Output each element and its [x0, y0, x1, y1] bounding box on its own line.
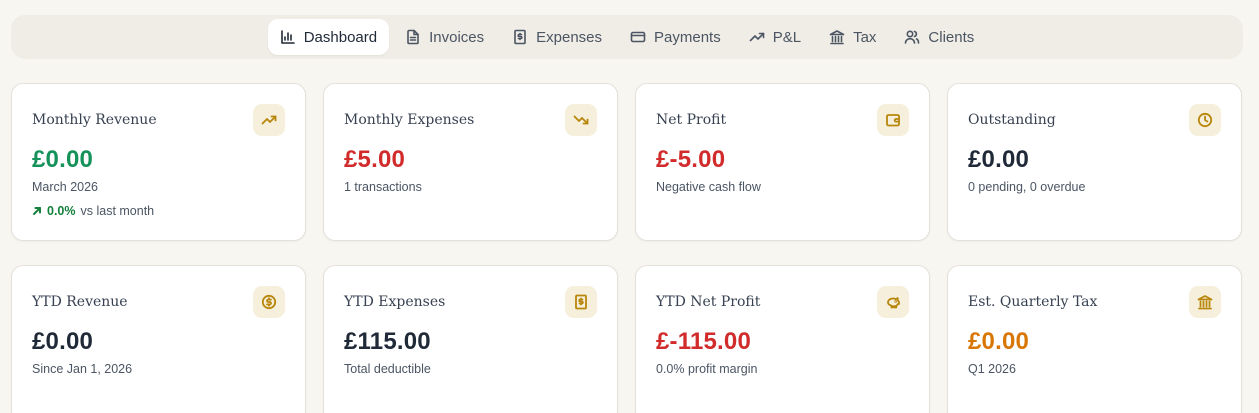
card-title: YTD Expenses: [344, 294, 446, 310]
card-subtitle: 1 transactions: [344, 180, 422, 194]
card-subtitle: Q1 2026: [968, 362, 1016, 376]
card-icon-badge: [253, 104, 285, 136]
card-ytd-net-profit: YTD Net Profit £-115.00 0.0% profit marg…: [635, 265, 930, 413]
trending-up-icon: [749, 32, 765, 42]
card-est-quarterly-tax: Est. Quarterly Tax £0.00 Q1 2026: [947, 265, 1242, 413]
tab-label: Expenses: [536, 28, 603, 46]
card-subtitle: Negative cash flow: [656, 180, 761, 194]
card-monthly-expenses: Monthly Expenses £5.00 1 transactions: [323, 83, 618, 241]
card-icon-badge: [253, 286, 285, 318]
bar-chart-icon: [280, 30, 295, 44]
card-icon-badge: [877, 286, 909, 318]
card-title: Outstanding: [968, 112, 1056, 128]
tab-expenses[interactable]: Expenses: [500, 19, 614, 55]
file-text-icon: [407, 29, 419, 45]
card-icon-badge: [565, 104, 597, 136]
card-value: £115.00: [344, 328, 431, 355]
arrow-up-right-icon: [33, 207, 41, 215]
card-subtitle: 0.0% profit margin: [656, 362, 758, 376]
piggy-bank-icon: [887, 297, 900, 309]
tab-invoices[interactable]: Invoices: [393, 19, 496, 55]
bank-icon: [829, 30, 845, 45]
card-subtitle: Since Jan 1, 2026: [32, 362, 133, 376]
tab-payments[interactable]: Payments: [618, 19, 733, 55]
tab-label: P&L: [772, 28, 802, 46]
card-value: £5.00: [344, 146, 406, 173]
tab-dashboard[interactable]: Dashboard: [267, 19, 390, 55]
card-value: £0.00: [968, 328, 1030, 355]
card-title: Monthly Expenses: [344, 112, 475, 128]
tab-label: Clients: [928, 28, 975, 46]
clock-icon: [1197, 112, 1213, 128]
card-monthly-revenue: Monthly Revenue £0.00 March 2026 0.0% vs…: [11, 83, 306, 241]
card-icon-badge: [877, 104, 909, 136]
bank-icon: [1197, 295, 1213, 310]
card-ytd-revenue: YTD Revenue £0.00 Since Jan 1, 2026: [11, 265, 306, 413]
card-subtitle: March 2026: [32, 180, 99, 194]
card-icon-badge: [1189, 286, 1221, 318]
card-icon-badge: [1189, 104, 1221, 136]
card-icon-badge: [565, 286, 597, 318]
card-value: £0.00: [968, 146, 1030, 173]
tab-tax[interactable]: Tax: [817, 19, 888, 55]
card-title: YTD Revenue: [32, 294, 128, 310]
main-nav: Dashboard Invoices Expenses Payments P&L…: [11, 15, 1243, 59]
trending-down-icon: [573, 115, 589, 125]
card-subtitle: 0 pending, 0 overdue: [968, 180, 1086, 194]
receipt-icon: [514, 29, 526, 45]
tab-clients[interactable]: Clients: [892, 19, 986, 55]
card-value: £0.00: [32, 146, 94, 173]
card-value: £0.00: [32, 328, 94, 355]
tab-label: Dashboard: [303, 28, 378, 46]
trend-indicator: 0.0% vs last month: [32, 204, 154, 218]
trend-text: vs last month: [80, 204, 155, 218]
card-net-profit: Net Profit £-5.00 Negative cash flow: [635, 83, 930, 241]
card-title: Est. Quarterly Tax: [968, 294, 1098, 310]
tab-label: Payments: [654, 28, 721, 46]
card-ytd-expenses: YTD Expenses £115.00 Total deductible: [323, 265, 618, 413]
card-value: £-5.00: [656, 146, 726, 173]
trending-up-icon: [261, 115, 277, 125]
dollar-circle-icon: [261, 294, 277, 310]
card-value: £-115.00: [656, 328, 752, 355]
card-outstanding: Outstanding £0.00 0 pending, 0 overdue: [947, 83, 1242, 241]
card-title: Net Profit: [656, 112, 727, 128]
tab-label: Invoices: [429, 28, 485, 46]
tab-label: Tax: [853, 28, 877, 46]
wallet-icon: [886, 114, 900, 127]
card-subtitle: Total deductible: [344, 362, 431, 376]
card-title: Monthly Revenue: [32, 112, 157, 128]
card-title: YTD Net Profit: [656, 294, 761, 310]
credit-card-icon: [630, 31, 646, 43]
receipt-icon: [575, 294, 587, 310]
tab-pnl[interactable]: P&L: [737, 19, 813, 55]
trend-percent: 0.0%: [47, 204, 76, 218]
users-icon: [905, 30, 920, 44]
